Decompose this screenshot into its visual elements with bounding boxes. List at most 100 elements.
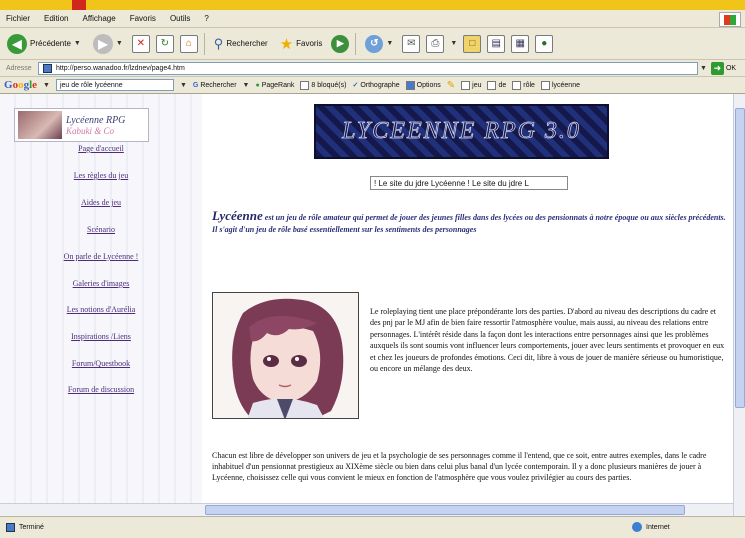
menu-edit[interactable]: Edition (44, 14, 68, 23)
second-paragraph: Chacun est libre de développer son unive… (212, 451, 707, 483)
google-logo[interactable]: Google (4, 79, 37, 91)
scrolling-marquee: ! Le site du jdre Lycéenne ! Le site du … (370, 176, 568, 190)
pagerank-icon: ● (255, 81, 260, 89)
history-dropdown-icon[interactable]: ▼ (386, 40, 393, 47)
search-term-icon (487, 80, 497, 90)
back-arrow-icon: ◀ (7, 33, 27, 54)
favorites-button[interactable]: ★ Favoris (277, 32, 326, 56)
marquee-text: ! Le site du jdre Lycéenne ! Le site du … (374, 178, 529, 188)
print-icon[interactable]: ⎙ (426, 34, 445, 53)
sidebar-link-inspirations[interactable]: Inspirations /Liens (0, 332, 202, 341)
logo-image (18, 111, 62, 139)
stop-icon[interactable]: ✕ (131, 34, 150, 53)
address-input[interactable]: http://perso.wanadoo.fr/lzdnev/page4.htm (38, 61, 698, 75)
media-icon[interactable]: ▶ (331, 34, 350, 53)
search-label: Rechercher (226, 39, 268, 48)
search-term-role[interactable]: rôle (512, 80, 535, 90)
search-icon: ⚲ (213, 35, 224, 51)
intro-lead: Lycéenne (212, 208, 263, 223)
forward-dropdown-icon[interactable]: ▼ (116, 40, 123, 47)
sidebar-link-gallery[interactable]: Galeries d'images (0, 279, 202, 288)
sidebar-link-forum[interactable]: Forum de discussion (0, 385, 202, 394)
banner-title: LYCEENNE RPG 3.0 (342, 118, 581, 145)
toolbar: ◀ Précédente ▼ ▶ ▼ ✕ ↻ ⌂ ⚲ Rechercher ★ … (0, 28, 745, 60)
sidebar-link-home[interactable]: Page d'accueil (0, 144, 202, 153)
history-button[interactable]: ↺ ▼ (362, 32, 396, 56)
search-term-label: jeu (472, 81, 482, 89)
google-search-input[interactable]: jeu de rôle lycéenne (55, 79, 174, 91)
status-text: Terminé (19, 524, 44, 531)
google-query: jeu de rôle lycéenne (59, 81, 123, 89)
intro-text: Lycéenne est un jeu de rôle amateur qui … (212, 208, 732, 236)
google-search-label: Rechercher (200, 81, 237, 89)
search-term-lyceenne[interactable]: lycéenne (540, 80, 580, 90)
back-button[interactable]: ◀ Précédente ▼ (4, 32, 84, 56)
history-icon: ↺ (365, 34, 384, 53)
search-term-icon (540, 80, 550, 90)
horizontal-scrollbar[interactable] (0, 503, 733, 516)
page-content: Lycéenne RPG Kabuki & Co Page d'accueil … (0, 94, 733, 516)
folder-icon[interactable]: □ (463, 34, 482, 53)
pagerank-button[interactable]: ● PageRank (255, 82, 294, 89)
google-search-button[interactable]: G Rechercher (193, 82, 237, 89)
options-label: Options (416, 81, 441, 89)
favorites-label: Favoris (296, 39, 323, 48)
search-button[interactable]: ⚲ Rechercher (211, 32, 271, 56)
site-banner: LYCEENNE RPG 3.0 (314, 104, 609, 159)
security-zone: Internet (632, 522, 670, 532)
spellcheck-icon: ✓ (352, 82, 359, 89)
spellcheck-label: Orthographe (360, 81, 400, 89)
refresh-icon[interactable]: ↻ (155, 34, 174, 53)
sidebar: Lycéenne RPG Kabuki & Co Page d'accueil … (0, 94, 202, 516)
back-dropdown-icon[interactable]: ▼ (74, 40, 81, 47)
menu-help[interactable]: ? (204, 14, 208, 23)
sidebar-link-guestbook[interactable]: Forum/Questbook (0, 359, 202, 368)
sidebar-link-notions[interactable]: Les notions d'Aurélia (0, 305, 202, 314)
zone-label: Internet (646, 523, 670, 531)
popup-blocker-button[interactable]: 8 bloqué(s) (300, 80, 346, 90)
discuss-icon[interactable]: ▦ (511, 34, 530, 53)
sidebar-link-game-aids[interactable]: Aides de jeu (0, 198, 202, 207)
address-dropdown-icon[interactable]: ▼ (700, 65, 707, 72)
print-dropdown-icon[interactable]: ▼ (450, 40, 457, 47)
search-term-jeu[interactable]: jeu (461, 80, 482, 90)
sidebar-link-scenario[interactable]: Scénario (0, 225, 202, 234)
mail-icon[interactable]: ✉ (402, 34, 421, 53)
highlight-icon[interactable]: ✎ (447, 80, 455, 91)
globe-icon (632, 522, 642, 532)
edit-icon[interactable]: ▤ (487, 34, 506, 53)
google-options-button[interactable]: Options (405, 80, 441, 90)
horizontal-scroll-thumb[interactable] (205, 505, 685, 515)
google-toolbar: Google ▼ jeu de rôle lycéenne ▼ G Recher… (0, 77, 745, 94)
sidebar-link-press[interactable]: On parle de Lycéenne ! (0, 252, 202, 261)
site-logo[interactable]: Lycéenne RPG Kabuki & Co (14, 108, 149, 142)
vertical-scroll-thumb[interactable] (735, 108, 745, 408)
forward-arrow-icon: ▶ (92, 33, 113, 54)
page-icon (43, 63, 52, 73)
vertical-scrollbar[interactable] (733, 94, 745, 516)
spellcheck-button[interactable]: ✓ Orthographe (352, 81, 400, 90)
go-button[interactable]: ➜ OK (710, 61, 736, 75)
search-term-de[interactable]: de (487, 80, 506, 90)
menu-tools[interactable]: Outils (170, 14, 190, 23)
home-icon[interactable]: ⌂ (179, 34, 198, 53)
address-label: Adresse (6, 64, 32, 72)
menu-view[interactable]: Affichage (82, 14, 115, 23)
menu-file[interactable]: Fichier (6, 14, 30, 23)
google-menu-dropdown-icon[interactable]: ▼ (43, 82, 50, 89)
forward-button[interactable]: ▶ ▼ (90, 32, 126, 56)
toolbar-separator (355, 32, 357, 55)
messenger-icon[interactable]: ● (535, 34, 554, 53)
address-bar: Adresse http://perso.wanadoo.fr/lzdnev/p… (0, 60, 745, 77)
sidebar-link-rules[interactable]: Les règles du jeu (0, 171, 202, 180)
search-term-icon (461, 80, 471, 90)
google-query-dropdown-icon[interactable]: ▼ (180, 82, 187, 89)
character-portrait (212, 292, 359, 419)
google-search-dropdown-icon[interactable]: ▼ (243, 82, 250, 89)
status-bar: Terminé Internet (0, 516, 745, 538)
menu-favorites[interactable]: Favoris (130, 14, 156, 23)
portrait-illustration (213, 293, 358, 418)
magazine-strip (0, 0, 745, 10)
description-text: Le roleplaying tient une place prépondér… (370, 307, 725, 374)
browser-window: Fichier Edition Affichage Favoris Outils… (0, 0, 745, 538)
